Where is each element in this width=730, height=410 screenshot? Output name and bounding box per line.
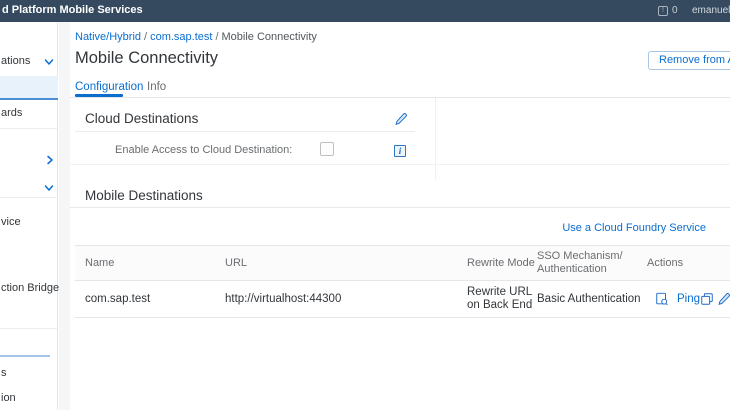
divider	[70, 97, 730, 98]
enable-cloud-destination-checkbox[interactable]	[320, 142, 334, 156]
destination-rewrite-mode: Rewrite URL on Back End	[467, 286, 533, 311]
sidebar-item-applications[interactable]: ations	[1, 55, 30, 67]
breadcrumb-separator: /	[144, 31, 148, 43]
sidebar-item-settings[interactable]: s	[1, 367, 7, 379]
shell-bar: d Platform Mobile Services ! 0 emanuel.a	[0, 0, 730, 22]
copy-icon[interactable]	[700, 292, 714, 306]
sidebar-item-connection-bridge[interactable]: ction Bridge	[1, 282, 59, 294]
tab-info[interactable]: Info	[147, 81, 166, 93]
cloud-destinations-title: Cloud Destinations	[85, 111, 199, 126]
table-header-row: Name URL Rewrite Mode SSO Mechanism/ Aut…	[75, 245, 730, 281]
notification-count: 0	[672, 5, 678, 16]
breadcrumb-separator: /	[215, 31, 219, 43]
notification-icon: !	[658, 5, 668, 16]
breadcrumb-current: Mobile Connectivity	[221, 31, 317, 43]
info-icon[interactable]: i	[394, 145, 406, 157]
destination-name: com.sap.test	[85, 293, 151, 305]
app-window: d Platform Mobile Services ! 0 emanuel.a…	[0, 0, 730, 410]
destinations-table: Name URL Rewrite Mode SSO Mechanism/ Aut…	[75, 245, 730, 318]
content-gutter	[59, 22, 70, 410]
chevron-down-icon[interactable]	[43, 56, 55, 68]
breadcrumb-link-app[interactable]: com.sap.test	[150, 31, 212, 43]
use-cloud-foundry-service-link[interactable]: Use a Cloud Foundry Service	[562, 222, 706, 234]
remove-from-application-button[interactable]: Remove from Appl	[648, 51, 730, 70]
inspect-icon[interactable]	[655, 292, 669, 306]
page-title: Mobile Connectivity	[75, 49, 219, 67]
panel-edge	[435, 98, 436, 180]
destination-sso: Basic Authentication	[537, 293, 641, 305]
mobile-destinations-title: Mobile Destinations	[85, 188, 203, 203]
enable-cloud-destination-label: Enable Access to Cloud Destination:	[115, 144, 293, 156]
sidebar-item-service[interactable]: vice	[1, 216, 21, 228]
edit-pencil-icon[interactable]	[394, 112, 408, 126]
divider	[0, 355, 50, 357]
divider	[70, 164, 730, 165]
destination-url: http://virtualhost:44300	[225, 293, 342, 305]
breadcrumb: Native/Hybrid / com.sap.test / Mobile Connec…	[75, 31, 317, 43]
sidebar-item-selected[interactable]	[0, 76, 58, 100]
table-row[interactable]: com.sap.test http://virtualhost:44300 Re…	[75, 281, 730, 318]
divider	[0, 128, 58, 129]
app-title: d Platform Mobile Services	[2, 4, 143, 16]
breadcrumb-link-native-hybrid[interactable]: Native/Hybrid	[75, 31, 141, 43]
column-header-actions: Actions	[647, 257, 684, 269]
chevron-right-icon[interactable]	[44, 154, 56, 166]
divider	[70, 207, 730, 208]
divider	[75, 131, 415, 132]
column-header-url: URL	[225, 257, 248, 269]
chevron-down-icon[interactable]	[43, 182, 55, 194]
divider	[0, 328, 58, 329]
sidebar-item-cards[interactable]: ards	[1, 107, 22, 119]
divider	[0, 197, 58, 198]
ping-link[interactable]: Ping	[677, 293, 700, 305]
tab-configuration[interactable]: Configuration	[75, 81, 143, 93]
notifications-button[interactable]: ! 0	[658, 5, 678, 16]
column-header-rewrite: Rewrite Mode	[467, 257, 535, 269]
column-header-sso: SSO Mechanism/ Authentication	[537, 250, 623, 275]
user-menu[interactable]: emanuel.a	[692, 5, 730, 16]
sidebar-item-version[interactable]: ion	[1, 392, 16, 404]
column-header-name: Name	[85, 257, 115, 269]
